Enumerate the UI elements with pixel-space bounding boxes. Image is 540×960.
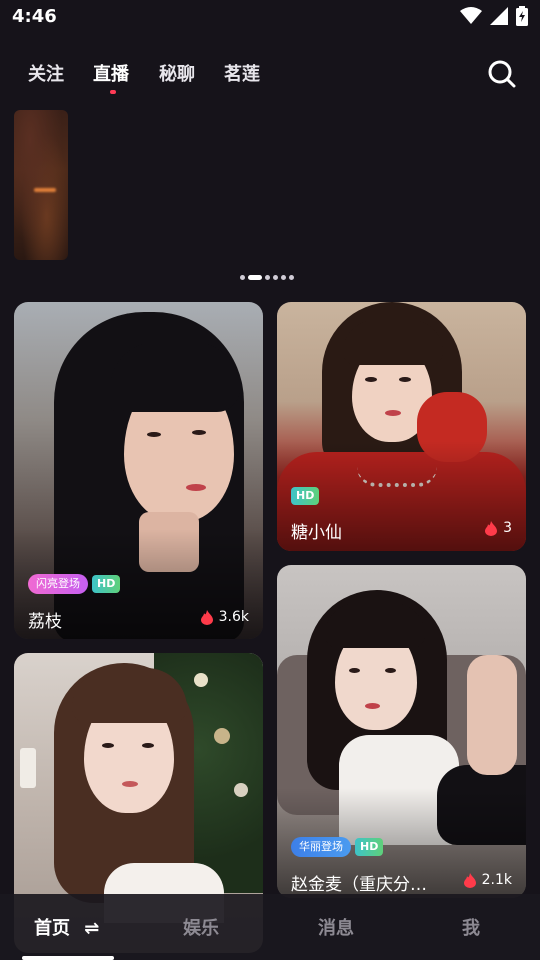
- top-tab-bar: 关注 直播 秘聊 茗莲: [0, 52, 540, 96]
- streamer-name: 赵金麦（重庆分…: [291, 875, 427, 895]
- flame-icon: [463, 872, 476, 888]
- search-icon[interactable]: [486, 58, 518, 90]
- status-time: 4:46: [12, 6, 57, 27]
- heat-count: 3: [485, 520, 512, 536]
- heat-value: 2.1k: [481, 872, 512, 888]
- live-card[interactable]: HD 糖小仙 3: [277, 302, 526, 551]
- banner-dot: [281, 275, 286, 280]
- nav-me[interactable]: 我: [462, 914, 480, 940]
- battery-icon: [516, 6, 528, 26]
- banner-dot: [240, 275, 245, 280]
- refresh-icon[interactable]: ⇌: [84, 918, 99, 939]
- hd-badge: HD: [355, 838, 384, 856]
- active-tab-indicator: [110, 90, 116, 94]
- heat-count: 2.1k: [463, 872, 512, 888]
- hd-badge: HD: [291, 487, 320, 505]
- flame-icon: [200, 609, 213, 625]
- wifi-icon: [460, 7, 482, 24]
- tab-private-chat[interactable]: 秘聊: [159, 60, 195, 86]
- banner-dot: [273, 275, 278, 280]
- tab-minglian[interactable]: 茗莲: [224, 60, 260, 86]
- nav-messages[interactable]: 消息: [318, 914, 354, 940]
- banner-carousel[interactable]: [0, 108, 540, 280]
- banner-dot: [289, 275, 294, 280]
- nav-home-label: 首页: [34, 918, 70, 939]
- status-icons: [460, 6, 528, 26]
- flame-icon: [485, 520, 498, 536]
- status-bar: 4:46: [0, 0, 540, 34]
- event-tag: 华丽登场: [291, 837, 351, 857]
- banner-image[interactable]: [14, 110, 68, 260]
- banner-dot-active: [248, 275, 262, 280]
- streamer-name: 糖小仙: [291, 523, 342, 543]
- banner-page-indicator: [240, 275, 294, 280]
- tab-live[interactable]: 直播: [93, 60, 129, 86]
- card-tags: HD: [291, 487, 320, 505]
- banner-dot: [265, 275, 270, 280]
- home-indicator: [22, 956, 114, 960]
- card-tags: 华丽登场 HD: [291, 837, 384, 857]
- hd-badge: HD: [92, 575, 121, 593]
- tab-follow[interactable]: 关注: [28, 60, 64, 86]
- nav-home[interactable]: 首页 ⇌: [34, 914, 99, 940]
- streamer-name: 荔枝: [28, 612, 62, 632]
- nav-entertainment[interactable]: 娱乐: [183, 914, 219, 940]
- heat-value: 3: [503, 520, 512, 536]
- signal-icon: [490, 7, 508, 25]
- heat-value: 3.6k: [218, 609, 249, 625]
- heat-count: 3.6k: [200, 609, 249, 625]
- event-tag: 闪亮登场: [28, 574, 88, 594]
- live-card[interactable]: 闪亮登场 HD 荔枝 3.6k: [14, 302, 263, 639]
- banner-glow: [34, 188, 56, 192]
- card-tags: 闪亮登场 HD: [28, 574, 121, 594]
- bottom-nav-bar: 首页 ⇌ 娱乐 消息 我: [0, 894, 540, 960]
- live-card[interactable]: 华丽登场 HD 赵金麦（重庆分… 2.1k: [277, 565, 526, 898]
